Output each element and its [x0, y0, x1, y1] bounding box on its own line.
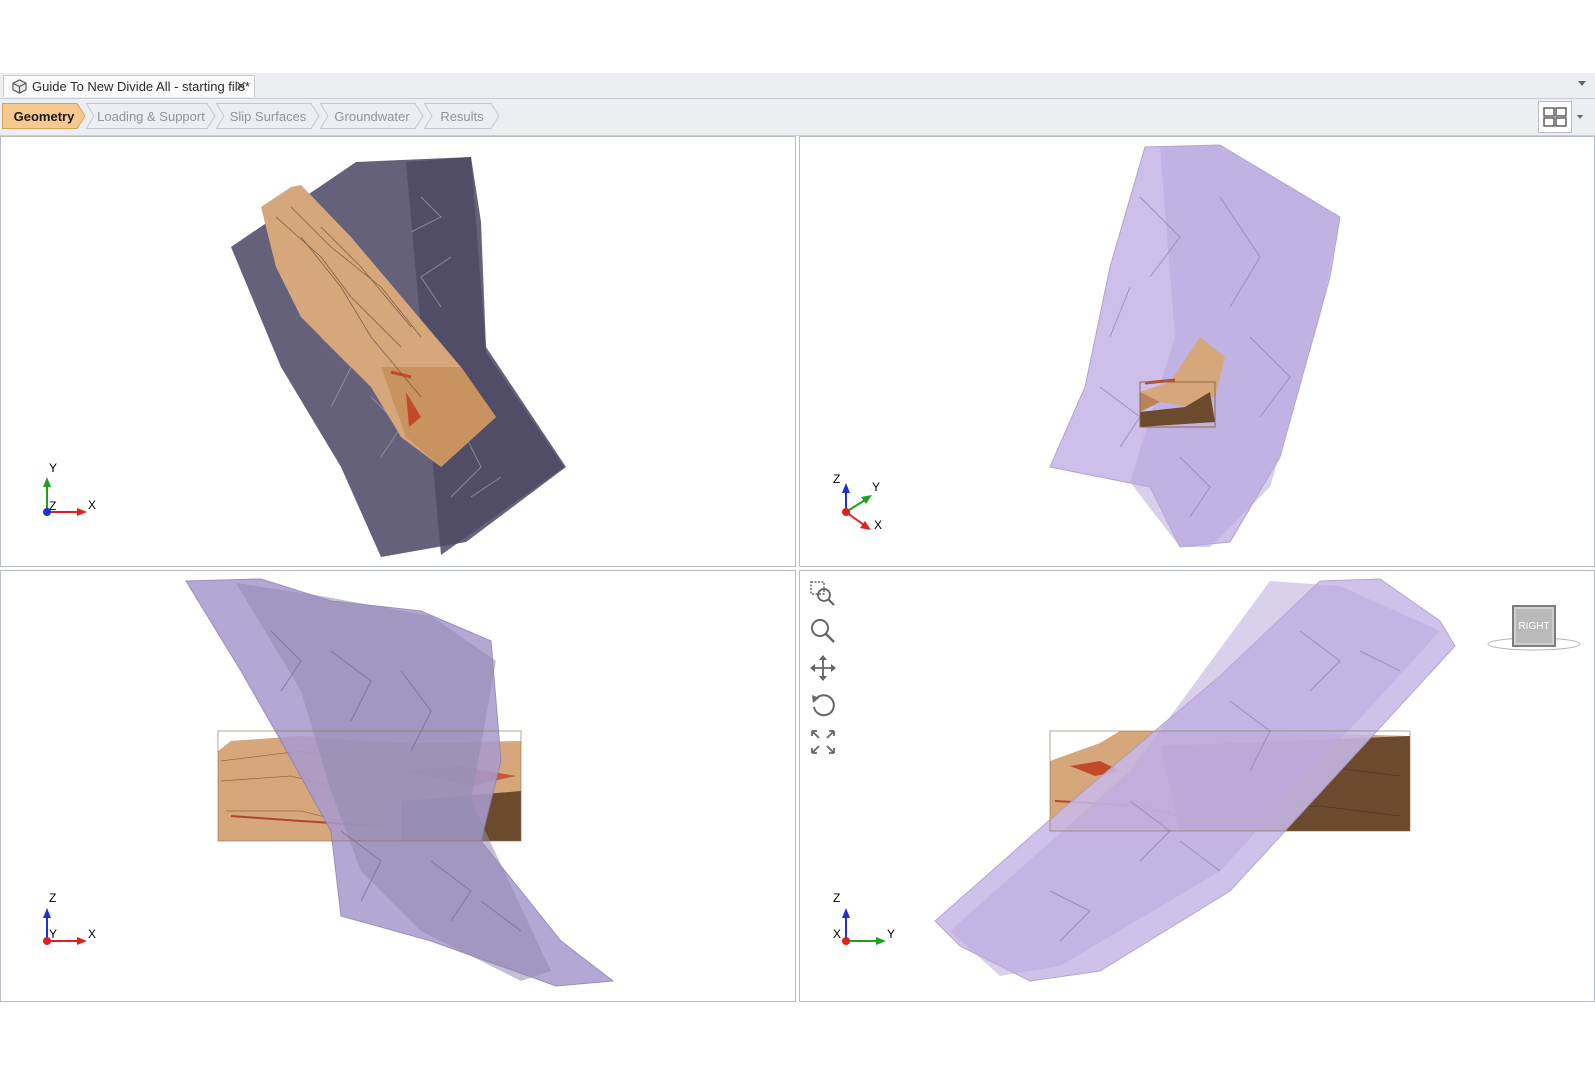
pan-icon[interactable]	[808, 653, 838, 683]
zoom-window-icon[interactable]	[808, 579, 838, 609]
document-tab-bar: Guide To New Divide All - starting file*…	[0, 73, 1595, 99]
zoom-icon[interactable]	[808, 616, 838, 646]
workflow-step-label: Slip Surfaces	[229, 108, 307, 124]
axis-label-y: Y	[872, 480, 881, 494]
axis-label-y: Y	[887, 927, 896, 941]
workflow-step-label: Geometry	[13, 108, 75, 124]
rotate-icon[interactable]	[808, 690, 838, 720]
four-viewport-layout-icon	[1543, 107, 1567, 127]
axis-label-z: Z	[833, 472, 841, 486]
document-tab[interactable]: Guide To New Divide All - starting file*…	[3, 75, 255, 97]
axis-label-x: X	[88, 498, 97, 512]
layout-dropdown-icon[interactable]	[1577, 115, 1583, 119]
axis-label-x: X	[88, 927, 97, 941]
viewport-bottom-right[interactable]: RIGHT Z X Y	[799, 570, 1595, 1002]
axis-label-x: X	[833, 927, 842, 941]
viewcube-face-right[interactable]: RIGHT	[1512, 605, 1556, 647]
tab-list-dropdown-icon[interactable]	[1578, 81, 1586, 86]
workflow-step-results[interactable]: Results	[424, 103, 500, 129]
workflow-step-groundwater[interactable]: Groundwater	[320, 103, 424, 129]
viewcube[interactable]: RIGHT	[1486, 605, 1582, 665]
axis-label-y: Y	[49, 461, 58, 475]
model-3d-front-view	[43, 578, 615, 987]
model-3d-right-view	[842, 578, 1456, 982]
axis-label-z: Z	[49, 499, 57, 513]
axis-label-z: Z	[833, 891, 841, 905]
viewport-layout-button[interactable]	[1538, 101, 1572, 133]
viewport-top-right[interactable]: Z Y X	[799, 136, 1595, 567]
viewport-top-left[interactable]: Y Z X	[0, 136, 796, 567]
zoom-extents-icon[interactable]	[808, 727, 838, 757]
viewport-bottom-left[interactable]: Z Y X	[0, 570, 796, 1002]
workflow-step-loading-support[interactable]: Loading & Support	[86, 103, 216, 129]
navigation-toolbar	[808, 579, 844, 764]
workflow-step-slip-surfaces[interactable]: Slip Surfaces	[216, 103, 320, 129]
workflow-step-geometry[interactable]: Geometry	[2, 103, 86, 129]
axis-label-x: X	[874, 518, 883, 532]
axis-triad	[842, 483, 872, 530]
model-3d-plan-view	[43, 157, 566, 557]
close-tab-icon[interactable]: ✕	[235, 78, 247, 95]
model-3d-perspective-view	[842, 144, 1341, 548]
document-tab-title: Guide To New Divide All - starting file*	[32, 79, 250, 94]
workflow-step-label: Results	[440, 108, 484, 124]
workflow-step-label: Loading & Support	[97, 108, 205, 124]
workflow-bar: Geometry Loading & Support Slip Surfaces…	[0, 99, 1595, 136]
axis-label-z: Z	[49, 891, 57, 905]
axis-triad	[842, 908, 886, 945]
axis-label-y: Y	[49, 927, 58, 941]
workflow-step-label: Groundwater	[334, 108, 410, 124]
document-cube-icon	[12, 79, 27, 94]
